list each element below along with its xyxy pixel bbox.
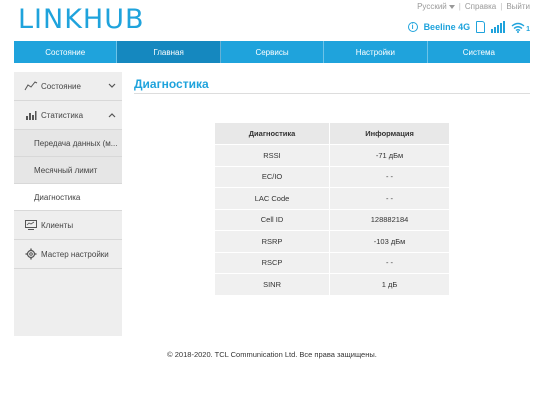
nav-settings[interactable]: Настройки <box>324 41 428 63</box>
sidebar-subitem-data-transfer[interactable]: Передача данных (м... <box>14 130 122 157</box>
sidebar-subitem-monthly-limit[interactable]: Месячный лимит <box>14 157 122 184</box>
table-row: RSSI -71 дБм <box>213 144 450 167</box>
table-row: RSCP - - <box>213 251 450 274</box>
row-label: EC/IO <box>213 165 331 188</box>
table-row: LAC Code - - <box>213 187 450 210</box>
bar-chart-icon <box>24 109 38 121</box>
column-header-info: Информация <box>329 122 450 145</box>
row-label: Cell ID <box>213 208 331 231</box>
sidebar-item-label: Мастер настройки <box>41 249 109 259</box>
table-header-row: Диагностика Информация <box>213 122 450 145</box>
sidebar: Состояние Статистика Передача данных (м.… <box>14 72 122 336</box>
row-value: - - <box>329 187 450 210</box>
signal-strength-icon <box>491 21 506 33</box>
page-title: Диагностика <box>134 72 530 94</box>
column-header-diagnostics: Диагностика <box>213 122 331 145</box>
linkhub-logo: LINKHUB <box>18 4 145 35</box>
row-label: RSRP <box>213 230 331 253</box>
monitor-icon <box>24 219 38 231</box>
wifi-icon <box>511 22 525 33</box>
table-row: EC/IO - - <box>213 165 450 188</box>
main-nav: Состояние Главная Сервисы Настройки Сист… <box>14 41 530 63</box>
logout-link[interactable]: Выйти <box>506 2 530 11</box>
sidebar-item-wizard[interactable]: Мастер настройки <box>14 240 122 269</box>
diagnostics-table: Диагностика Информация RSSI -71 дБм EC/IO… <box>213 122 450 296</box>
logo-link-text: LINK <box>18 4 83 35</box>
table-row: Cell ID 128882184 <box>213 208 450 231</box>
row-label: RSSI <box>213 144 331 167</box>
gear-icon <box>24 248 38 260</box>
row-value: -71 дБм <box>329 144 450 167</box>
row-value: 128882184 <box>329 208 450 231</box>
caret-down-icon <box>448 4 455 9</box>
header: LINKHUB Русский | Справка | Выйти i Beel… <box>0 0 544 40</box>
sidebar-item-label: Статистика <box>41 110 84 120</box>
nav-system[interactable]: Система <box>428 41 530 63</box>
help-link[interactable]: Справка <box>465 2 496 11</box>
row-value: - - <box>329 251 450 274</box>
sidebar-item-label: Клиенты <box>41 220 74 230</box>
table-row: RSRP -103 дБм <box>213 230 450 253</box>
wifi-client-count: 1 <box>526 25 530 33</box>
wifi-status: 1 <box>511 22 530 33</box>
status-bar: i Beeline 4G 1 <box>407 21 530 33</box>
sidebar-item-label: Состояние <box>41 81 81 91</box>
sim-icon <box>476 21 486 33</box>
row-label: LAC Code <box>213 187 331 210</box>
logo-hub-text: HUB <box>82 4 145 35</box>
operator-name: Beeline 4G <box>423 22 471 32</box>
language-select[interactable]: Русский <box>417 2 455 11</box>
sidebar-item-statistics[interactable]: Статистика <box>14 101 122 130</box>
line-chart-icon <box>24 80 38 92</box>
divider: | <box>458 2 461 11</box>
row-value: -103 дБм <box>329 230 450 253</box>
row-value: 1 дБ <box>329 273 450 296</box>
footer-copyright: © 2018-2020. TCL Communication Ltd. Все … <box>167 350 377 359</box>
nav-services[interactable]: Сервисы <box>221 41 325 63</box>
table-row: SINR 1 дБ <box>213 273 450 296</box>
main-content: Диагностика <box>134 72 530 94</box>
divider: | <box>500 2 503 11</box>
language-label: Русский <box>417 2 447 11</box>
chevron-up-icon <box>108 111 116 120</box>
sidebar-subitem-diagnostics[interactable]: Диагностика <box>14 184 122 211</box>
nav-home[interactable]: Главная <box>117 41 221 63</box>
row-label: SINR <box>213 273 331 296</box>
sidebar-item-status[interactable]: Состояние <box>14 72 122 101</box>
row-value: - - <box>329 165 450 188</box>
chevron-down-icon <box>108 82 116 91</box>
nav-status[interactable]: Состояние <box>14 41 118 63</box>
info-icon: i <box>407 22 418 32</box>
top-links: Русский | Справка | Выйти <box>417 2 530 11</box>
sidebar-item-clients[interactable]: Клиенты <box>14 211 122 240</box>
row-label: RSCP <box>213 251 331 274</box>
